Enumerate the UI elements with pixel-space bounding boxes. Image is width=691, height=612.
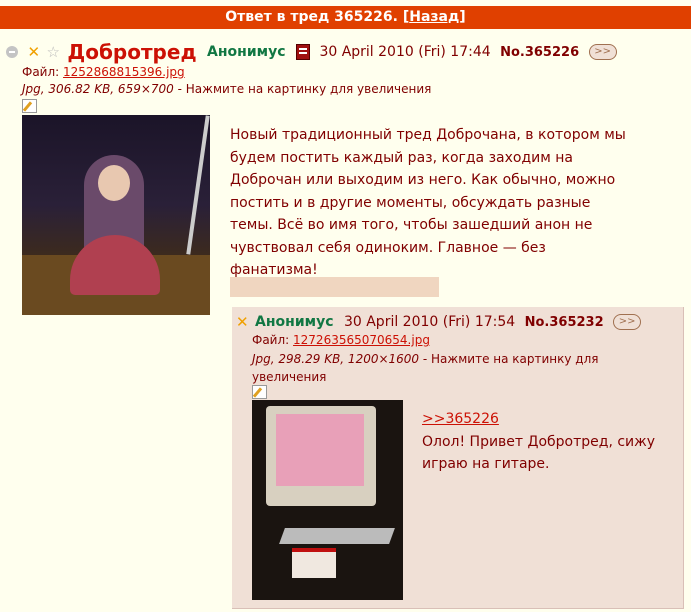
op-message: Новый традиционный тред Доброчана, в кот…: [230, 127, 626, 278]
op-post-header: ✕ ☆ Добротред Анонимус 30 April 2010 (Fr…: [6, 40, 617, 64]
file-hint: - Нажмите на картинку для увеличения: [173, 82, 432, 96]
thumb-face: [98, 165, 130, 201]
quote-link[interactable]: >>365226: [422, 408, 662, 431]
thumb-tree: [186, 115, 210, 255]
bracket-close: ]: [459, 9, 466, 25]
post-date: 30 April 2010 (Fri) 17:44: [319, 44, 491, 60]
op-file-meta-line: Jpg, 306.82 KB, 659×700 - Нажмите на кар…: [22, 82, 431, 96]
reply-message: Олол! Привет Добротред, сижу играю на ги…: [422, 433, 656, 473]
poster-name: Анонимус: [255, 314, 334, 330]
edit-icon[interactable]: [252, 385, 267, 399]
op-file-line: Файл: 1252868815396.jpg: [22, 65, 185, 79]
delete-icon[interactable]: ✕: [236, 313, 249, 331]
thumb-keyboard: [279, 528, 395, 544]
hide-icon[interactable]: [6, 46, 18, 58]
reply-post: ✕ Анонимус 30 April 2010 (Fri) 17:54 No.…: [232, 307, 684, 609]
back-link[interactable]: Назад: [409, 9, 459, 25]
post-number[interactable]: No.365232: [525, 315, 604, 330]
poster-name: Анонимус: [207, 44, 286, 60]
thread-banner: Ответ в тред 365226. [Назад]: [0, 6, 691, 29]
edit-icon[interactable]: [22, 99, 37, 113]
file-label: Файл:: [22, 65, 60, 79]
file-meta: Jpg, 306.82 KB, 659×700: [22, 82, 174, 96]
favorite-star-icon[interactable]: ☆: [46, 43, 59, 61]
reply-divider: [230, 277, 439, 297]
delete-icon[interactable]: ✕: [27, 43, 40, 61]
thumb-screen: [276, 414, 364, 486]
post-subject: Добротред: [67, 40, 197, 64]
reply-file-meta-line: Jpg, 298.29 KB, 1200×1600 - Нажмите на к…: [252, 350, 612, 386]
thumb-cake: [292, 548, 336, 578]
file-meta: Jpg, 298.29 KB, 1200×1600: [252, 352, 420, 366]
reply-arrow-icon[interactable]: >>: [613, 314, 642, 330]
file-link[interactable]: 1252868815396.jpg: [63, 65, 185, 79]
reply-arrow-icon[interactable]: >>: [588, 44, 617, 60]
banner-text: Ответ в тред 365226.: [225, 9, 398, 25]
op-thumbnail-image[interactable]: [22, 115, 210, 315]
reply-message-block: >>365226 Олол! Привет Добротред, сижу иг…: [422, 408, 662, 476]
file-link[interactable]: 127263565070654.jpg: [293, 333, 430, 347]
book-icon: [295, 44, 310, 60]
reply-file-line: Файл: 127263565070654.jpg: [252, 333, 430, 347]
reply-post-header: ✕ Анонимус 30 April 2010 (Fri) 17:54 No.…: [236, 313, 642, 331]
reply-thumbnail-image[interactable]: [252, 400, 403, 600]
post-date: 30 April 2010 (Fri) 17:54: [343, 314, 516, 330]
post-number[interactable]: No.365226: [500, 45, 579, 60]
file-label: Файл:: [252, 333, 290, 347]
